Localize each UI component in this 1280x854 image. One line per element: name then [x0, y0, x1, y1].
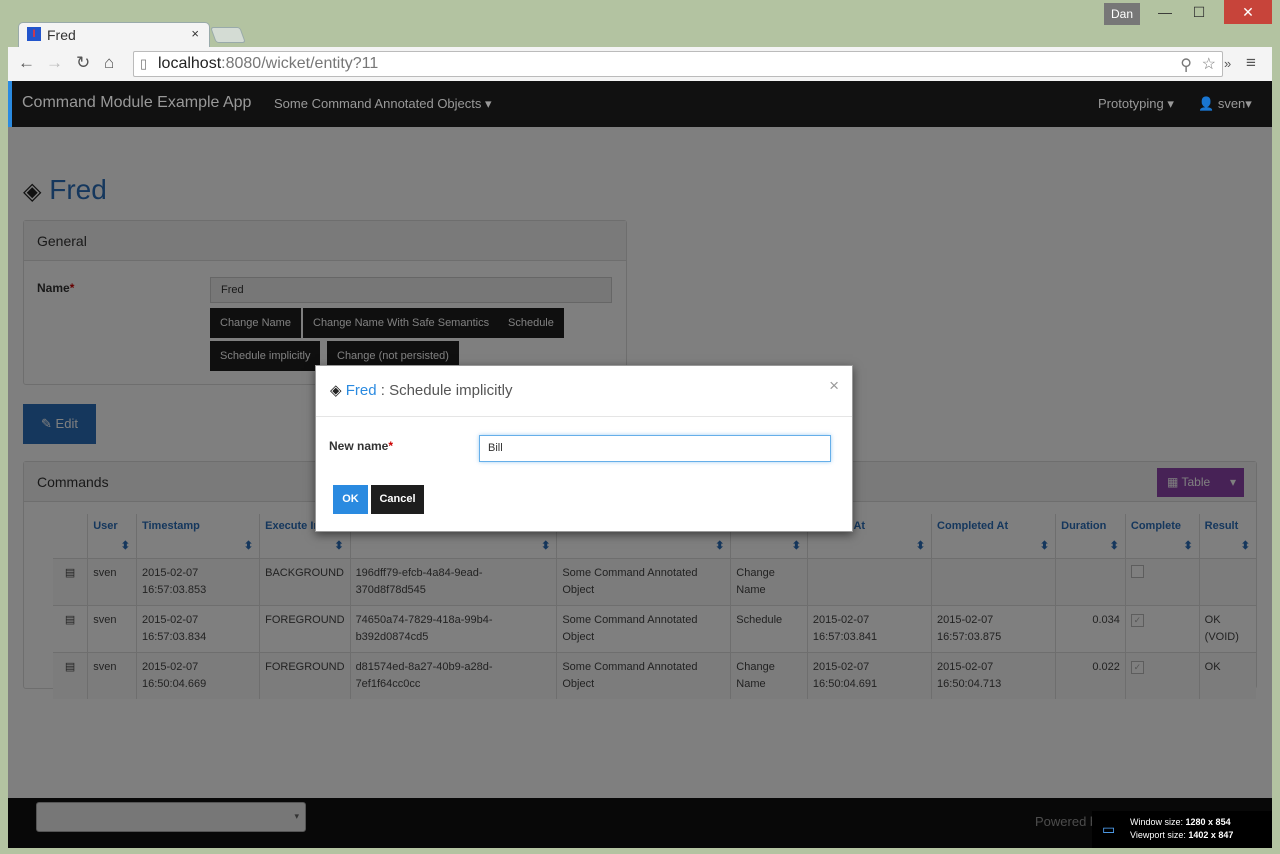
new-tab-button[interactable] [210, 27, 246, 43]
new-name-input[interactable]: Bill [479, 435, 831, 462]
dialog-header: ◈ Fred : Schedule implicitly × [316, 366, 852, 417]
zoom-icon[interactable]: ⚲ [1180, 55, 1192, 75]
address-bar[interactable]: ▯ localhost:8080/wicket/entity?11 ⚲ ☆ [133, 51, 1223, 77]
value: 1402 x 847 [1188, 830, 1234, 840]
minimize-button[interactable]: — [1150, 0, 1180, 24]
menu-prototyping[interactable]: Prototyping ▾ [1098, 96, 1174, 112]
browser-tab[interactable]: I Fred × [18, 22, 210, 48]
url-host: localhost [158, 55, 222, 72]
separator: : [376, 382, 390, 399]
close-icon[interactable]: × [829, 376, 839, 396]
window-size-overlay: ▭ Window size: 1280 x 854 Viewport size:… [1092, 811, 1272, 848]
favicon-icon: I [27, 27, 41, 41]
close-tab-icon[interactable]: × [191, 26, 199, 41]
viewport-size: Viewport size: 1402 x 847 [1130, 830, 1233, 840]
bookmark-star-icon[interactable]: ☆ [1202, 54, 1216, 74]
url-path: :8080/wicket/entity?11 [221, 55, 379, 72]
close-window-button[interactable]: ✕ [1224, 0, 1272, 24]
user-name: sven [1217, 96, 1246, 111]
reload-icon[interactable]: ↻ [76, 53, 90, 73]
window-size: Window size: 1280 x 854 [1130, 817, 1231, 827]
menu-command-objects[interactable]: Some Command Annotated Objects ▾ [274, 96, 492, 112]
ok-button[interactable]: OK [333, 485, 368, 514]
extensions-overflow-icon[interactable]: » [1224, 56, 1231, 71]
window-icon: ▭ [1102, 821, 1116, 837]
label-text: New name [329, 439, 389, 453]
dialog-title: Schedule implicitly [389, 382, 513, 399]
forward-icon[interactable]: → [46, 53, 63, 73]
label: Viewport size: [1130, 830, 1186, 840]
value: 1280 x 854 [1185, 817, 1231, 827]
entity-icon: ◈ [330, 382, 342, 399]
cancel-button[interactable]: Cancel [371, 485, 424, 514]
user-badge: Dan [1104, 3, 1140, 25]
debug-bar [8, 81, 12, 127]
tab-title: Fred [47, 27, 76, 43]
dialog-entity-link[interactable]: Fred [346, 382, 377, 399]
maximize-button[interactable]: ☐ [1184, 0, 1214, 24]
new-name-label: New name* [329, 439, 394, 453]
back-icon[interactable]: ← [18, 53, 35, 73]
menu-icon[interactable]: ≡ [1246, 53, 1256, 73]
label: Window size: [1130, 817, 1184, 827]
action-dialog: ◈ Fred : Schedule implicitly × New name*… [315, 365, 853, 532]
page-icon: ▯ [140, 56, 148, 71]
app-brand[interactable]: Command Module Example App [22, 94, 251, 112]
app-navbar: Command Module Example App Some Command … [8, 81, 1272, 127]
home-icon[interactable]: ⌂ [104, 53, 114, 73]
menu-label: Prototyping [1098, 96, 1164, 111]
menu-user[interactable]: 👤 sven▾ [1198, 96, 1252, 112]
browser-toolbar: ← → ↻ ⌂ ▯ localhost:8080/wicket/entity?1… [8, 47, 1272, 81]
menu-label: Some Command Annotated Objects [274, 96, 482, 111]
